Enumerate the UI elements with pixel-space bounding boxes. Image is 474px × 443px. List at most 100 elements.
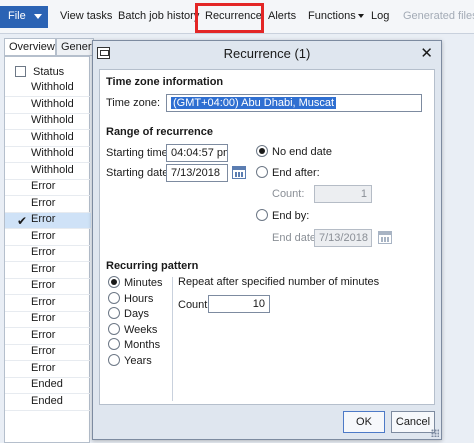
row-status-text: Withhold	[31, 114, 74, 126]
end-date-label: End date:	[272, 232, 320, 244]
pattern-count-input[interactable]: 10	[208, 295, 270, 313]
row-status-text: Error	[31, 262, 56, 275]
list-item[interactable]: Error	[5, 345, 91, 361]
alerts-button[interactable]: Alerts	[268, 10, 296, 22]
starting-date-calendar-icon[interactable]	[232, 166, 246, 179]
cancel-button[interactable]: Cancel	[391, 411, 435, 433]
pattern-label-years: Years	[124, 354, 152, 367]
end-by-label: End by:	[272, 210, 310, 222]
recurrence-dialog: Recurrence (1) ✕ Time zone information T…	[92, 40, 442, 440]
list-item[interactable]: Ended	[5, 395, 91, 411]
view-tasks-button[interactable]: View tasks	[60, 10, 112, 22]
no-end-date-label: No end date	[272, 146, 332, 158]
functions-button[interactable]: Functions	[308, 10, 364, 22]
end-date-calendar-icon[interactable]	[378, 231, 392, 244]
pattern-label-hours: Hours	[124, 292, 154, 305]
select-all-checkbox[interactable]	[15, 66, 26, 77]
pattern-radio-years[interactable]	[108, 353, 120, 366]
list-item[interactable]: Error	[5, 246, 91, 262]
repeat-description: Repeat after specified number of minutes	[178, 276, 380, 288]
pattern-label-minutes: Minutes	[124, 277, 163, 289]
end-after-count-label: Count:	[272, 188, 305, 200]
row-status-text: Error	[31, 328, 56, 341]
list-item[interactable]: Error	[5, 329, 91, 345]
row-status-text: Error	[31, 180, 56, 192]
end-after-radio[interactable]	[256, 166, 268, 178]
dialog-title-bar: Recurrence (1) ✕	[93, 41, 441, 67]
list-item[interactable]: Withhold	[5, 114, 91, 130]
pattern-radio-weeks[interactable]	[108, 322, 120, 335]
row-status-text: Withhold	[31, 97, 74, 110]
file-label: File	[8, 10, 26, 22]
starting-date-input[interactable]: 7/13/2018	[166, 164, 228, 182]
row-status-text: Withhold	[31, 163, 74, 176]
batch-job-history-button[interactable]: Batch job history	[118, 10, 199, 22]
end-date-input[interactable]: 7/13/2018	[314, 229, 372, 247]
list-item[interactable]: Withhold	[5, 131, 91, 147]
list-item[interactable]: Error	[5, 230, 91, 246]
list-item[interactable]: Withhold	[5, 81, 91, 97]
close-icon[interactable]: ✕	[420, 44, 433, 62]
end-by-radio[interactable]	[256, 209, 268, 221]
timezone-label: Time zone:	[106, 97, 161, 109]
list-item[interactable]: Error	[5, 263, 91, 279]
starting-time-label: Starting time:	[106, 147, 171, 159]
tab-general[interactable]: Genera	[56, 38, 94, 56]
row-status-text: Error	[31, 213, 56, 225]
list-item[interactable]: Error	[5, 197, 91, 213]
timezone-select[interactable]: (GMT+04:00) Abu Dhabi, Muscat	[166, 94, 422, 112]
list-header: Status	[5, 63, 91, 81]
file-dropdown-caret-icon	[34, 14, 42, 19]
end-after-label: End after:	[272, 167, 320, 179]
functions-dropdown-icon	[357, 14, 364, 19]
pattern-radio-minutes[interactable]	[108, 276, 120, 288]
end-after-count-input[interactable]: 1	[314, 185, 372, 203]
list-item[interactable]: Error	[5, 296, 91, 312]
generated-files-button: Generated files	[403, 10, 474, 22]
list-item[interactable]: ✔ Error	[5, 213, 91, 229]
starting-time-input[interactable]: 04:04:57 pm	[166, 144, 228, 162]
no-end-date-radio[interactable]	[256, 145, 268, 157]
list-item[interactable]: Withhold	[5, 147, 91, 163]
status-column-header[interactable]: Status	[33, 66, 64, 78]
batch-job-list: Status Withhold Withhold Withhold Withhold W…	[4, 56, 91, 443]
row-status-text: Withhold	[31, 147, 74, 159]
list-item[interactable]: Error	[5, 279, 91, 295]
dialog-title: Recurrence (1)	[223, 46, 311, 61]
row-status-text: Error	[31, 279, 56, 291]
pattern-section-title: Recurring pattern	[106, 260, 199, 272]
pattern-count-label: Count:	[178, 299, 211, 311]
resize-gripper-icon[interactable]	[431, 429, 439, 437]
row-status-text: Error	[31, 229, 56, 242]
list-item[interactable]: Error	[5, 180, 91, 196]
pattern-divider	[172, 277, 173, 401]
ok-button[interactable]: OK	[343, 411, 385, 433]
row-status-text: Ended	[31, 394, 63, 407]
list-item[interactable]: Withhold	[5, 164, 91, 180]
row-status-text: Error	[31, 361, 56, 374]
dialog-body: Time zone information Time zone: (GMT+04…	[99, 69, 435, 405]
row-status-text: Withhold	[31, 81, 74, 93]
row-status-text: Ended	[31, 378, 63, 390]
row-status-text: Error	[31, 196, 56, 209]
row-status-text: Error	[31, 246, 56, 258]
functions-label: Functions	[308, 10, 356, 22]
pattern-label-days: Days	[124, 308, 150, 320]
row-status-text: Withhold	[31, 130, 74, 143]
pattern-label-months: Months	[124, 339, 161, 351]
list-item[interactable]: Withhold	[5, 98, 91, 114]
recurrence-highlight-box	[195, 3, 264, 33]
list-item[interactable]: Error	[5, 312, 91, 328]
log-button[interactable]: Log	[371, 10, 389, 22]
pattern-label-weeks: Weeks	[124, 323, 158, 336]
row-status-text: Error	[31, 345, 56, 357]
pattern-radio-hours[interactable]	[108, 291, 120, 304]
list-item[interactable]: Error	[5, 362, 91, 378]
file-button[interactable]: File	[0, 6, 48, 28]
list-item[interactable]: Ended	[5, 378, 91, 394]
pattern-radio-months[interactable]	[108, 338, 120, 350]
range-section-title: Range of recurrence	[106, 126, 213, 138]
pattern-radio-days[interactable]	[108, 307, 120, 319]
row-checkmark-icon[interactable]: ✔	[17, 214, 27, 228]
tab-overview[interactable]: Overview	[4, 38, 56, 56]
